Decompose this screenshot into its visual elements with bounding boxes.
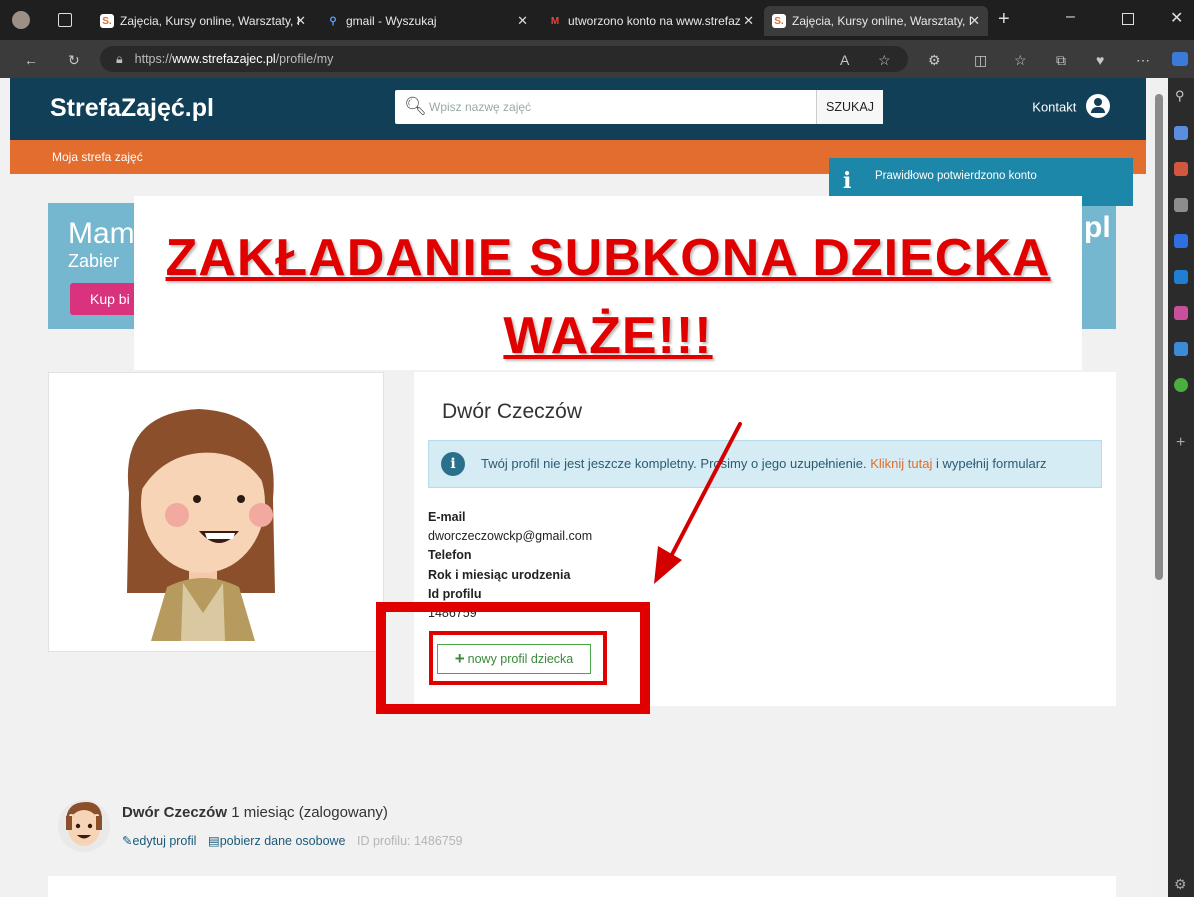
search-icon: 🔍︎	[404, 96, 427, 116]
browser-sidebar: ⚲ + ⚙	[1168, 78, 1194, 897]
shopping-icon[interactable]	[1174, 126, 1188, 140]
info-icon: i	[843, 168, 852, 194]
tab-title: gmail - Wyszukaj	[346, 14, 437, 28]
bottom-content-card	[48, 876, 1116, 897]
woman-avatar-illustration	[127, 409, 275, 641]
close-icon[interactable]: ✕	[517, 13, 528, 29]
profile-id-muted: ID profilu: 1486759	[357, 834, 463, 848]
user-name: Dwór Czeczów	[122, 804, 228, 821]
lock-icon: 🔒︎	[116, 51, 123, 66]
browser-tab-bar: S. Zajęcia, Kursy online, Warsztaty, I ✕…	[0, 0, 1194, 40]
collections-icon[interactable]: ⧉	[1056, 52, 1066, 69]
annotation-subheadline: WAŻE!!!	[503, 307, 713, 365]
games-icon[interactable]	[1174, 198, 1188, 212]
send-icon[interactable]	[1174, 342, 1188, 356]
alert-suffix: i wypełnij formularz	[936, 456, 1047, 471]
restore-icon[interactable]	[1122, 13, 1134, 25]
more-menu-icon[interactable]: ⋯	[1136, 52, 1150, 69]
tab-gmail-mail[interactable]: M utworzono konto na www.strefaz ✕	[540, 6, 762, 36]
search-input[interactable]: Wpisz nazwę zajęć	[429, 100, 531, 114]
profile-avatar-card	[48, 372, 384, 652]
sidebar-search-icon[interactable]: ⚲	[1175, 88, 1185, 104]
tab-actions-icon[interactable]	[58, 13, 72, 27]
tree-icon[interactable]	[1174, 378, 1188, 392]
annotation-headline: ZAKŁADANIE SUBKONA DZIECKA	[165, 229, 1051, 287]
phone-label: Telefon	[428, 548, 472, 562]
tools-icon[interactable]	[1174, 162, 1188, 176]
gmail-favicon-icon: M	[550, 15, 560, 27]
contact-link[interactable]: Kontakt	[1032, 94, 1110, 120]
designer-icon[interactable]	[1174, 306, 1188, 320]
split-screen-icon[interactable]: ◫	[974, 52, 987, 69]
minimize-icon[interactable]: –	[1066, 8, 1075, 26]
page-scrollbar[interactable]	[1150, 78, 1168, 897]
back-icon[interactable]: ←	[24, 52, 38, 68]
close-icon[interactable]: ✕	[969, 13, 980, 29]
annotation-inner-box	[429, 631, 607, 685]
site-logo[interactable]: StrefaZajęć.pl	[50, 94, 214, 123]
url-domain: www.strefazajec.pl	[172, 52, 276, 66]
tab-title: Zajęcia, Kursy online, Warsztaty, I	[120, 14, 301, 28]
close-icon[interactable]: ✕	[295, 13, 306, 29]
user-summary-title: Dwór Czeczów 1 miesiąc (zalogowany)	[122, 804, 388, 821]
birth-label: Rok i miesiąc urodzenia	[428, 568, 571, 582]
user-account-icon[interactable]	[1086, 94, 1110, 118]
edit-profile-link[interactable]: edytuj profil	[132, 834, 196, 848]
user-status: 1 miesiąc (zalogowany)	[231, 804, 388, 821]
search-button[interactable]: SZUKAJ	[816, 90, 883, 124]
extensions-icon[interactable]: ⚙	[928, 52, 941, 69]
banner-buy-button[interactable]: Kup bi	[70, 283, 140, 315]
banner-right-text: pl	[1084, 211, 1111, 244]
sidebar-settings-icon[interactable]: ⚙	[1174, 876, 1187, 893]
favorites-icon[interactable]: ☆	[1014, 52, 1027, 69]
reload-icon[interactable]: ↻	[68, 52, 80, 69]
scrollbar-thumb[interactable]	[1155, 94, 1163, 580]
profile-name: Dwór Czeczów	[442, 400, 583, 423]
browser-address-bar: ← ↻ 🔒︎ https://www.strefazajec.pl/profil…	[0, 40, 1194, 78]
url-prefix: https://	[134, 52, 173, 66]
microsoft-365-icon[interactable]	[1174, 234, 1188, 248]
url-field[interactable]: 🔒︎ https://www.strefazajec.pl/profile/my	[100, 46, 908, 72]
sidebar-add-icon[interactable]: +	[1176, 434, 1185, 452]
info-icon: i	[441, 452, 465, 476]
tab-title: utworzono konto na www.strefaz	[568, 14, 741, 28]
download-data-link[interactable]: pobierz dane osobowe	[220, 834, 346, 848]
pencil-icon: ✎	[122, 834, 133, 848]
document-icon: ▤	[207, 834, 220, 848]
url-path: /profile/my	[275, 52, 334, 66]
toast-message: Prawidłowo potwierdzono konto	[875, 170, 1037, 182]
profile-id-label: Id profilu	[428, 587, 482, 601]
favorite-star-icon[interactable]: ☆	[878, 52, 891, 69]
new-tab-icon[interactable]: +	[998, 8, 1010, 31]
outlook-icon[interactable]	[1174, 270, 1188, 284]
email-label: E-mail	[428, 510, 466, 524]
strefa-favicon-icon: S.	[100, 14, 114, 28]
complete-profile-link[interactable]: Kliknij tutaj	[870, 456, 932, 471]
search-favicon-icon: ⚲	[329, 15, 337, 27]
email-value: dworczeczowckp@gmail.com	[428, 529, 593, 543]
banner-line1: Mam	[68, 217, 135, 250]
strefa-favicon-icon: S.	[772, 14, 786, 28]
incomplete-profile-alert: i Twój profil nie jest jeszcze kompletny…	[428, 440, 1102, 488]
user-summary-links: ✎edytuj profil ▤pobierz dane osobowe ID …	[122, 833, 463, 848]
contact-label: Kontakt	[1032, 99, 1077, 115]
search-box: 🔍︎ Wpisz nazwę zajęć SZUKAJ	[395, 90, 883, 124]
nav-my-zone[interactable]: Moja strefa zajęć	[52, 150, 143, 164]
window-close-icon[interactable]: ✕	[1170, 8, 1183, 28]
read-aloud-icon[interactable]: A	[840, 52, 849, 68]
profile-avatar-icon[interactable]	[12, 11, 30, 29]
performance-icon[interactable]: ♥	[1096, 52, 1104, 68]
site-header: StrefaZajęć.pl 🔍︎ Wpisz nazwę zajęć SZUK…	[10, 78, 1146, 140]
tab-gmail-search[interactable]: ⚲ gmail - Wyszukaj ✕	[318, 6, 536, 36]
banner-line2: Zabier	[68, 251, 120, 271]
user-avatar-icon	[58, 800, 110, 852]
annotation-arrow-icon	[654, 422, 742, 584]
close-icon[interactable]: ✕	[743, 13, 754, 29]
tab-strefa-1[interactable]: S. Zajęcia, Kursy online, Warsztaty, I ✕	[92, 6, 314, 36]
copilot-icon[interactable]	[1172, 52, 1188, 66]
tab-title: Zajęcia, Kursy online, Warsztaty, I	[792, 14, 973, 28]
tab-strefa-active[interactable]: S. Zajęcia, Kursy online, Warsztaty, I ✕	[764, 6, 988, 36]
